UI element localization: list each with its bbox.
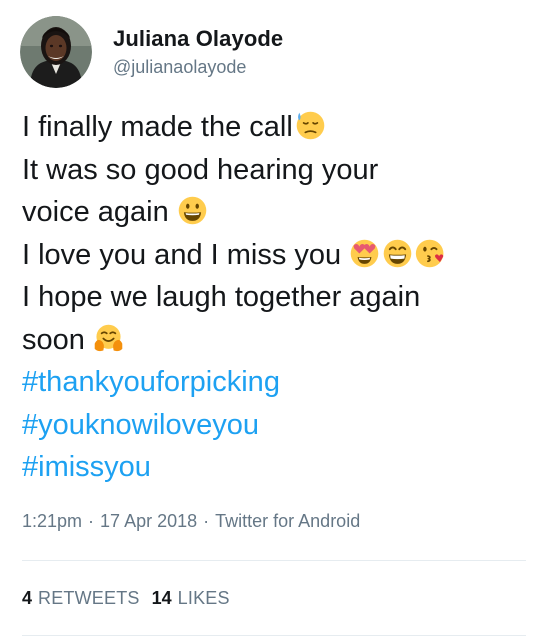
divider [22, 560, 526, 561]
user-names: Juliana Olayode @julianaolayode [113, 25, 283, 79]
hashtag-link[interactable]: #imissyou [22, 446, 527, 489]
retweets-label: RETWEETS [38, 588, 140, 608]
tweet-source[interactable]: Twitter for Android [215, 511, 360, 531]
tweet-date[interactable]: 17 Apr 2018 [100, 511, 197, 531]
retweets-count: 4 [22, 588, 33, 608]
tweet-line: voice again [22, 191, 527, 234]
tweet-header: Juliana Olayode @julianaolayode [20, 16, 283, 88]
meta-separator: · [203, 511, 210, 531]
hugging-face-emoji [94, 324, 123, 351]
likes-count: 14 [151, 588, 172, 608]
retweets-stat[interactable]: 4 RETWEETS [22, 586, 140, 610]
tweet-time[interactable]: 1:21pm [22, 511, 82, 531]
tweet-line-text: I finally made the call [22, 111, 293, 143]
grinning-face-emoji [178, 196, 207, 225]
user-handle[interactable]: @julianaolayode [113, 55, 283, 79]
divider [22, 635, 526, 636]
grinning-squint-emoji [383, 239, 412, 267]
tweet-meta: 1:21pm · 17 Apr 2018 · Twitter for Android [22, 509, 360, 533]
downcast-sweat-emoji [296, 111, 325, 140]
tweet-line-text: It was so good hearing your [22, 153, 379, 186]
tweet-line-text: soon [22, 323, 93, 356]
heart-eyes-emoji [350, 239, 379, 267]
kissing-heart-emoji [416, 239, 444, 267]
tweet-line-text: I hope we laugh together again [22, 281, 421, 313]
tweet-line: I finally made the call [22, 106, 527, 149]
hashtag-link[interactable]: #youknowiloveyou [22, 404, 527, 447]
display-name[interactable]: Juliana Olayode [113, 25, 283, 53]
tweet-line: I hope we laugh together again [22, 276, 527, 319]
likes-label: LIKES [177, 588, 230, 608]
tweet-line: I love you and I miss you [22, 234, 527, 277]
tweet-line: soon [22, 319, 527, 362]
tweet-stats: 4 RETWEETS 14 LIKES [22, 586, 242, 610]
avatar[interactable] [20, 16, 92, 88]
tweet-line-text: I love you and I miss you [22, 238, 350, 271]
tweet-line-text: voice again [22, 196, 177, 228]
tweet-card: Juliana Olayode @julianaolayode I finall… [0, 0, 546, 644]
tweet-line: It was so good hearing your [22, 149, 527, 192]
likes-stat[interactable]: 14 LIKES [152, 586, 230, 610]
hashtag-link[interactable]: #thankyouforpicking [22, 361, 527, 404]
tweet-text: I finally made the call It was so good h… [22, 106, 527, 489]
meta-separator: · [88, 511, 95, 531]
